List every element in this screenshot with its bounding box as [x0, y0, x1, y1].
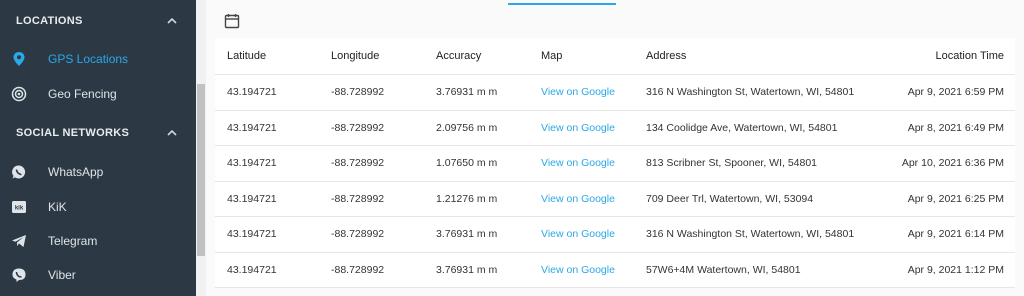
- sidebar-item-geo-fencing[interactable]: Geo Fencing: [0, 77, 196, 111]
- cell-location-time: Apr 9, 2021 6:25 PM: [907, 192, 1004, 205]
- cell-longitude: -88.728992: [331, 86, 385, 99]
- table-header-row: Latitude Longitude Accuracy Map Address …: [215, 38, 1015, 75]
- cell-accuracy: 3.76931 m m: [436, 86, 498, 99]
- calendar-icon[interactable]: [224, 13, 240, 29]
- column-header-longitude[interactable]: Longitude: [331, 38, 379, 74]
- table-row: 43.194721 -88.728992 1.21276 m m View on…: [215, 182, 1015, 217]
- locations-table: Latitude Longitude Accuracy Map Address …: [215, 38, 1015, 288]
- cell-latitude: 43.194721: [227, 121, 277, 134]
- sidebar-item-label: Viber: [48, 268, 76, 282]
- cell-latitude: 43.194721: [227, 157, 277, 170]
- view-on-google-link[interactable]: View on Google: [541, 75, 615, 110]
- cell-address: 316 N Washington St, Watertown, WI, 5480…: [646, 86, 855, 99]
- cell-latitude: 43.194721: [227, 192, 277, 205]
- table-row: 43.194721 -88.728992 2.09756 m m View on…: [215, 111, 1015, 146]
- cell-latitude: 43.194721: [227, 228, 277, 241]
- view-on-google-link[interactable]: View on Google: [541, 253, 615, 288]
- viber-icon: [11, 267, 27, 283]
- sidebar-item-kik[interactable]: kik KiK: [0, 190, 196, 224]
- view-on-google-link[interactable]: View on Google: [541, 217, 615, 252]
- cell-accuracy: 3.76931 m m: [436, 263, 498, 276]
- cell-location-time: Apr 9, 2021 6:14 PM: [907, 228, 1004, 241]
- cell-address: 316 N Washington St, Watertown, WI, 5480…: [646, 228, 855, 241]
- sidebar-item-label: Geo Fencing: [48, 87, 117, 101]
- column-header-address[interactable]: Address: [646, 38, 686, 74]
- column-header-location-time[interactable]: Location Time: [936, 38, 1004, 74]
- chevron-up-icon[interactable]: [166, 127, 178, 139]
- scrollbar-thumb[interactable]: [197, 84, 205, 256]
- map-pin-icon: [11, 51, 27, 67]
- cell-longitude: -88.728992: [331, 157, 385, 170]
- main-content: Latitude Longitude Accuracy Map Address …: [206, 0, 1024, 296]
- target-icon: [11, 86, 27, 102]
- section-title: LOCATIONS: [16, 15, 83, 27]
- sidebar-item-label: Telegram: [48, 234, 98, 248]
- sidebar-item-telegram[interactable]: Telegram: [0, 224, 196, 258]
- cell-location-time: Apr 8, 2021 6:49 PM: [907, 121, 1004, 134]
- sidebar: LOCATIONS GPS Locations Geo Fencing SOCI…: [0, 0, 196, 296]
- chevron-up-icon[interactable]: [166, 15, 178, 27]
- cell-address: 134 Coolidge Ave, Watertown, WI, 54801: [646, 121, 838, 134]
- whatsapp-icon: [11, 164, 27, 180]
- column-header-latitude[interactable]: Latitude: [227, 38, 266, 74]
- cell-location-time: Apr 9, 2021 1:12 PM: [907, 263, 1004, 276]
- cell-longitude: -88.728992: [331, 228, 385, 241]
- sidebar-item-label: KiK: [48, 200, 67, 214]
- cell-accuracy: 1.07650 m m: [436, 157, 498, 170]
- table-row: 43.194721 -88.728992 3.76931 m m View on…: [215, 253, 1015, 288]
- section-header-social-networks[interactable]: SOCIAL NETWORKS: [0, 115, 196, 151]
- section-header-locations[interactable]: LOCATIONS: [0, 3, 196, 39]
- cell-address: 57W6+4M Watertown, WI, 54801: [646, 263, 801, 276]
- svg-text:kik: kik: [15, 206, 24, 212]
- cell-longitude: -88.728992: [331, 192, 385, 205]
- table-row: 43.194721 -88.728992 3.76931 m m View on…: [215, 217, 1015, 253]
- cell-longitude: -88.728992: [331, 263, 385, 276]
- cell-location-time: Apr 10, 2021 6:36 PM: [901, 157, 1004, 170]
- sidebar-item-label: WhatsApp: [48, 165, 104, 179]
- column-header-accuracy[interactable]: Accuracy: [436, 38, 481, 74]
- cell-location-time: Apr 9, 2021 6:59 PM: [907, 86, 1004, 99]
- sidebar-item-viber[interactable]: Viber: [0, 258, 196, 292]
- sidebar-item-gps-locations[interactable]: GPS Locations: [0, 42, 196, 76]
- column-header-map[interactable]: Map: [541, 38, 562, 74]
- section-title: SOCIAL NETWORKS: [16, 127, 130, 139]
- kik-icon: kik: [11, 199, 27, 215]
- sidebar-item-label: GPS Locations: [48, 52, 129, 66]
- view-on-google-link[interactable]: View on Google: [541, 146, 615, 181]
- view-on-google-link[interactable]: View on Google: [541, 182, 615, 217]
- table-row: 43.194721 -88.728992 1.07650 m m View on…: [215, 146, 1015, 182]
- telegram-icon: [11, 233, 27, 249]
- active-tab-indicator: [508, 3, 616, 5]
- cell-latitude: 43.194721: [227, 86, 277, 99]
- cell-longitude: -88.728992: [331, 121, 385, 134]
- cell-address: 813 Scribner St, Spooner, WI, 54801: [646, 157, 818, 170]
- cell-accuracy: 3.76931 m m: [436, 228, 498, 241]
- cell-accuracy: 2.09756 m m: [436, 121, 498, 134]
- cell-address: 709 Deer Trl, Watertown, WI, 53094: [646, 192, 814, 205]
- sidebar-item-whatsapp[interactable]: WhatsApp: [0, 155, 196, 189]
- sidebar-scrollbar[interactable]: [196, 0, 206, 296]
- cell-latitude: 43.194721: [227, 263, 277, 276]
- table-row: 43.194721 -88.728992 3.76931 m m View on…: [215, 75, 1015, 111]
- view-on-google-link[interactable]: View on Google: [541, 111, 615, 146]
- cell-accuracy: 1.21276 m m: [436, 192, 498, 205]
